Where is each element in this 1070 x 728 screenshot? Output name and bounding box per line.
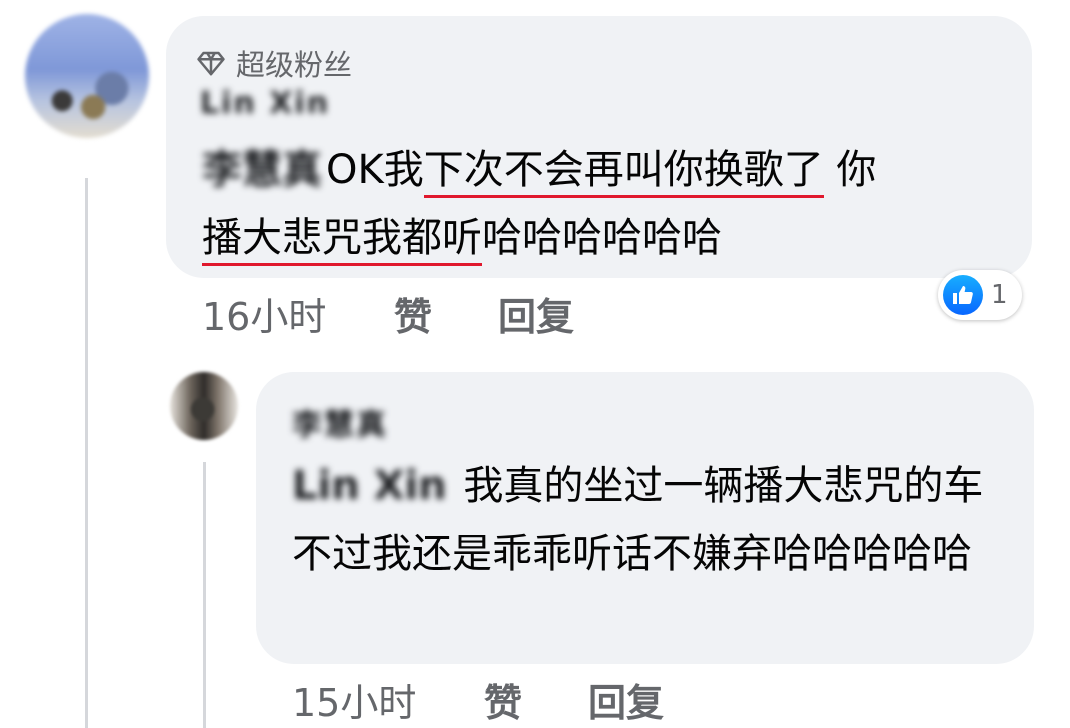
thread-line-reply (203, 462, 206, 728)
mention-tag[interactable]: 李慧真 (202, 136, 322, 204)
underlined-text: 下次不会再叫你换歌了 (423, 147, 824, 198)
comment-author[interactable]: Lin Xin (200, 86, 330, 121)
like-button[interactable]: 赞 (484, 672, 588, 727)
like-button[interactable]: 赞 (394, 286, 498, 341)
comment-timestamp[interactable]: 16小时 (202, 286, 394, 341)
reply-button[interactable]: 回复 (588, 672, 664, 727)
reply-timestamp[interactable]: 15小时 (292, 672, 484, 727)
thread-line-main (85, 178, 88, 728)
comment-text: 李慧真 OK我下次不会再叫你换歌了 你播大悲咒我都听哈哈哈哈哈哈 (202, 136, 1012, 272)
top-fan-badge: 超级粉丝 (196, 42, 352, 84)
reply-actions: 15小时 赞 回复 (292, 672, 664, 727)
avatar[interactable] (25, 14, 149, 138)
comment-text-part: 哈哈哈哈哈哈 (482, 215, 722, 261)
avatar[interactable] (170, 372, 238, 440)
reaction-count: 1 (991, 280, 1008, 310)
reply-author[interactable]: 李慧真 (292, 400, 388, 444)
comment-text-part: 你 (823, 147, 877, 193)
thumbs-up-icon (943, 275, 983, 315)
diamond-icon (197, 51, 225, 76)
comment-actions: 16小时 赞 回复 (202, 286, 574, 341)
comment-text-part: OK我 (326, 147, 424, 193)
reaction-summary[interactable]: 1 (938, 270, 1022, 320)
reply-button[interactable]: 回复 (498, 286, 574, 341)
mention-tag[interactable]: Lin Xin (292, 452, 447, 520)
reply-text: Lin Xin 我真的坐过一辆播大悲咒的车 不过我还是乖乖听话不嫌弃哈哈哈哈哈 (292, 452, 1012, 588)
underlined-text: 播大悲咒我都听 (202, 215, 482, 266)
badge-label: 超级粉丝 (236, 48, 353, 82)
